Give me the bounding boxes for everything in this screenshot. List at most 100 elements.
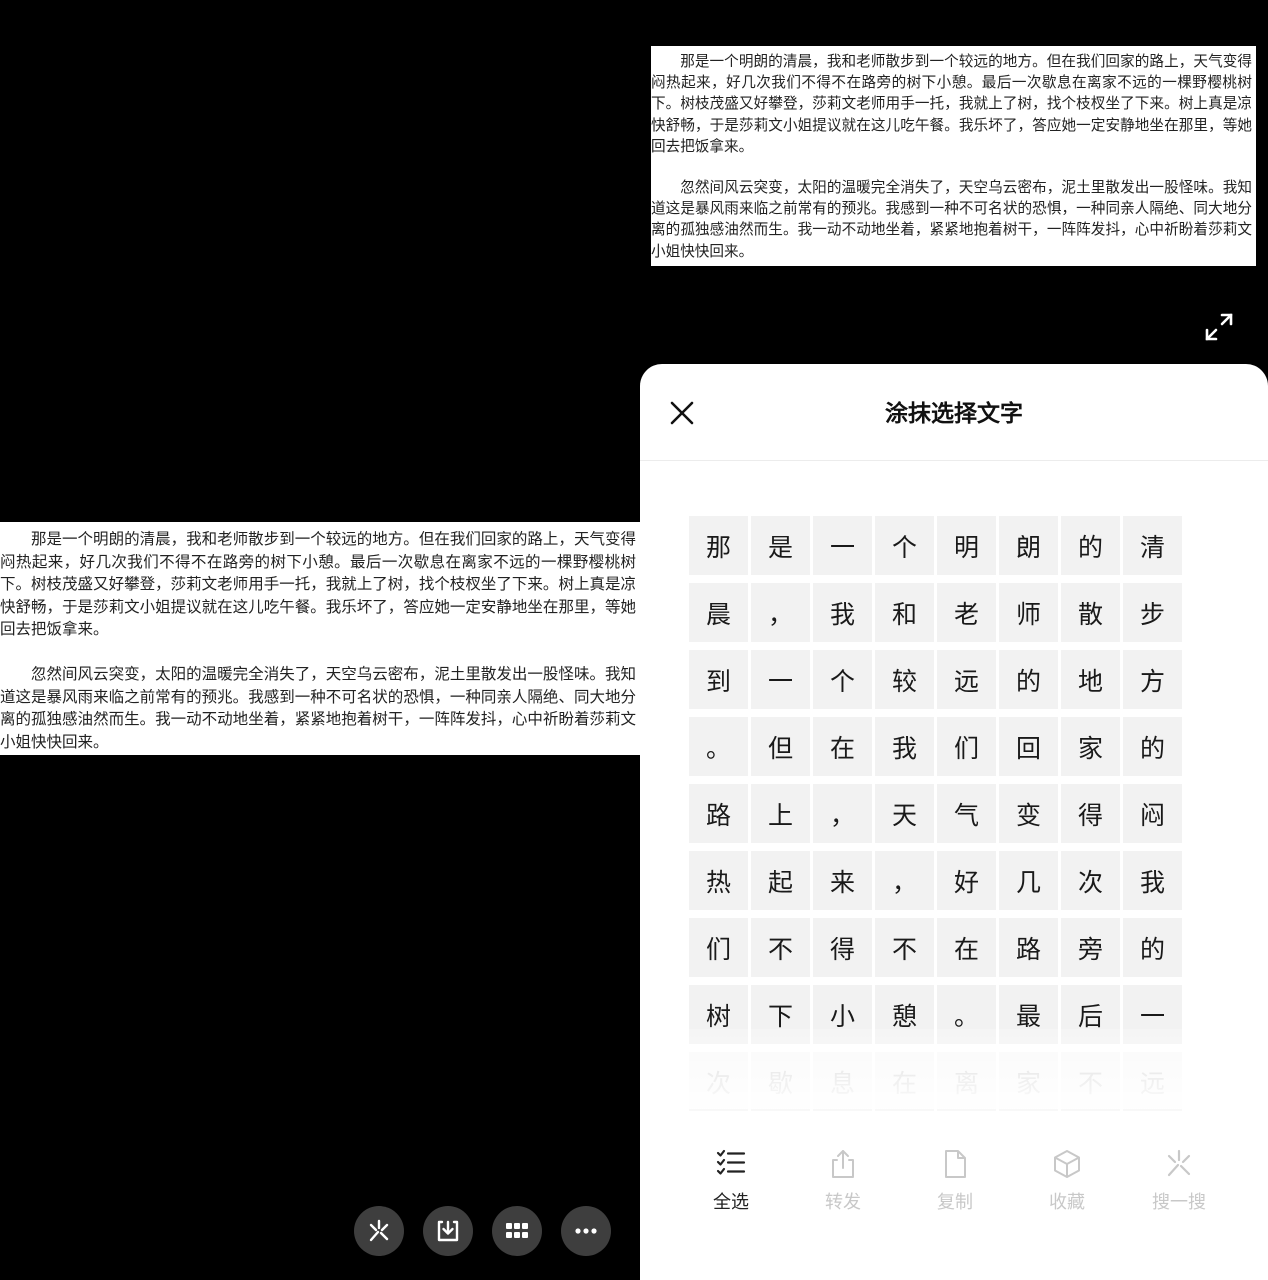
char-cell[interactable]: 下 (751, 985, 810, 1044)
action-bar: 全选 转发 复制 收藏 搜一搜 (675, 1148, 1235, 1214)
char-cell[interactable]: 气 (937, 784, 996, 843)
char-cell[interactable]: 散 (1061, 583, 1120, 642)
char-cell[interactable]: 后 (1061, 985, 1120, 1044)
char-cell[interactable]: 树 (689, 985, 748, 1044)
char-cell[interactable]: 我 (1123, 851, 1182, 910)
char-cell[interactable]: 师 (999, 583, 1058, 642)
select-all-icon (716, 1149, 746, 1175)
char-cell[interactable]: 远 (937, 650, 996, 709)
char-cell[interactable]: 次 (689, 1052, 748, 1111)
preview-paragraph-1: 那是一个明朗的清晨，我和老师散步到一个较远的地方。但在我们回家的路上，天气变得闷… (651, 53, 1252, 155)
char-cell[interactable]: 个 (875, 516, 934, 575)
search-sparkle-button[interactable] (354, 1206, 404, 1256)
char-cell[interactable]: 方 (1123, 650, 1182, 709)
char-cell[interactable]: 一 (751, 650, 810, 709)
char-cell[interactable]: 晨 (689, 583, 748, 642)
char-cell[interactable]: 最 (999, 985, 1058, 1044)
char-cell[interactable]: 次 (1061, 851, 1120, 910)
char-cell[interactable]: 但 (751, 717, 810, 776)
char-cell[interactable]: 一 (813, 516, 872, 575)
char-cell[interactable]: 那 (689, 516, 748, 575)
char-cell[interactable]: 闷 (1123, 784, 1182, 843)
char-cell[interactable]: 憩 (875, 985, 934, 1044)
char-cell[interactable]: 变 (999, 784, 1058, 843)
char-cell[interactable]: 的 (999, 650, 1058, 709)
char-cell[interactable]: 。 (937, 985, 996, 1044)
char-cell[interactable]: 得 (1061, 784, 1120, 843)
char-cell[interactable]: 得 (813, 918, 872, 977)
image-toolbar (354, 1206, 611, 1256)
search-button[interactable]: 搜一搜 (1123, 1148, 1235, 1214)
char-cell[interactable]: 息 (813, 1052, 872, 1111)
char-cell[interactable]: 们 (937, 717, 996, 776)
char-cell[interactable]: 。 (689, 717, 748, 776)
char-cell[interactable]: 们 (689, 918, 748, 977)
char-cell[interactable]: 路 (689, 784, 748, 843)
preview-paragraph-2: 忽然间风云突变，太阳的温暖完全消失了，天空乌云密布，泥土里散发出一股怪味。我知道… (651, 179, 1252, 260)
expand-button[interactable] (1202, 310, 1236, 344)
character-grid: 那是一个明朗的清晨，我和老师散步到一个较远的地方。但在我们回家的路上，天气变得闷… (689, 516, 1185, 1111)
char-cell[interactable]: 我 (813, 583, 872, 642)
sheet-header: 涂抹选择文字 (640, 364, 1268, 461)
char-cell[interactable]: 我 (875, 717, 934, 776)
char-cell[interactable]: ， (751, 583, 810, 642)
char-cell[interactable]: 在 (875, 1052, 934, 1111)
char-cell[interactable]: 远 (1123, 1052, 1182, 1111)
char-cell[interactable]: 到 (689, 650, 748, 709)
char-cell[interactable]: 热 (689, 851, 748, 910)
select-all-label: 全选 (713, 1192, 749, 1213)
char-cell[interactable]: 朗 (999, 516, 1058, 575)
char-cell[interactable]: 不 (751, 918, 810, 977)
char-cell[interactable]: 家 (999, 1052, 1058, 1111)
download-icon (437, 1220, 459, 1242)
char-cell[interactable]: 老 (937, 583, 996, 642)
char-cell[interactable]: 不 (1061, 1052, 1120, 1111)
char-cell[interactable]: 回 (999, 717, 1058, 776)
char-cell[interactable]: 天 (875, 784, 934, 843)
char-cell[interactable]: 地 (1061, 650, 1120, 709)
search-sparkle-icon (1167, 1149, 1191, 1177)
char-cell[interactable]: 的 (1061, 516, 1120, 575)
char-cell[interactable]: 个 (813, 650, 872, 709)
char-cell[interactable]: 清 (1123, 516, 1182, 575)
char-cell[interactable]: 来 (813, 851, 872, 910)
favorite-button[interactable]: 收藏 (1011, 1148, 1123, 1214)
copy-button[interactable]: 复制 (899, 1148, 1011, 1214)
char-cell[interactable]: 路 (999, 918, 1058, 977)
char-cell[interactable]: 较 (875, 650, 934, 709)
char-cell[interactable]: 家 (1061, 717, 1120, 776)
char-cell[interactable]: 几 (999, 851, 1058, 910)
char-cell[interactable]: 离 (937, 1052, 996, 1111)
char-cell[interactable]: 上 (751, 784, 810, 843)
char-cell[interactable]: 的 (1123, 918, 1182, 977)
char-cell[interactable]: 在 (813, 717, 872, 776)
expand-icon (1205, 313, 1233, 341)
share-label: 转发 (825, 1192, 861, 1213)
char-cell[interactable]: 旁 (1061, 918, 1120, 977)
char-cell[interactable]: 小 (813, 985, 872, 1044)
char-cell[interactable]: 歇 (751, 1052, 810, 1111)
char-cell[interactable]: 不 (875, 918, 934, 977)
char-cell[interactable]: 的 (1123, 717, 1182, 776)
share-icon (832, 1150, 854, 1178)
more-button[interactable] (561, 1206, 611, 1256)
char-cell[interactable]: 明 (937, 516, 996, 575)
char-cell[interactable]: 步 (1123, 583, 1182, 642)
download-button[interactable] (423, 1206, 473, 1256)
copy-icon (945, 1150, 966, 1178)
grid-icon (506, 1223, 528, 1238)
char-cell[interactable]: ， (875, 851, 934, 910)
char-cell[interactable]: ， (813, 784, 872, 843)
copy-label: 复制 (937, 1192, 973, 1213)
favorite-icon (1054, 1150, 1080, 1178)
char-cell[interactable]: 和 (875, 583, 934, 642)
grid-button[interactable] (492, 1206, 542, 1256)
char-cell[interactable]: 好 (937, 851, 996, 910)
char-cell[interactable]: 是 (751, 516, 810, 575)
char-cell[interactable]: 一 (1123, 985, 1182, 1044)
share-button[interactable]: 转发 (787, 1148, 899, 1214)
select-all-button[interactable]: 全选 (675, 1148, 787, 1214)
char-cell[interactable]: 在 (937, 918, 996, 977)
char-cell[interactable]: 起 (751, 851, 810, 910)
sheet-title: 涂抹选择文字 (885, 401, 1023, 427)
